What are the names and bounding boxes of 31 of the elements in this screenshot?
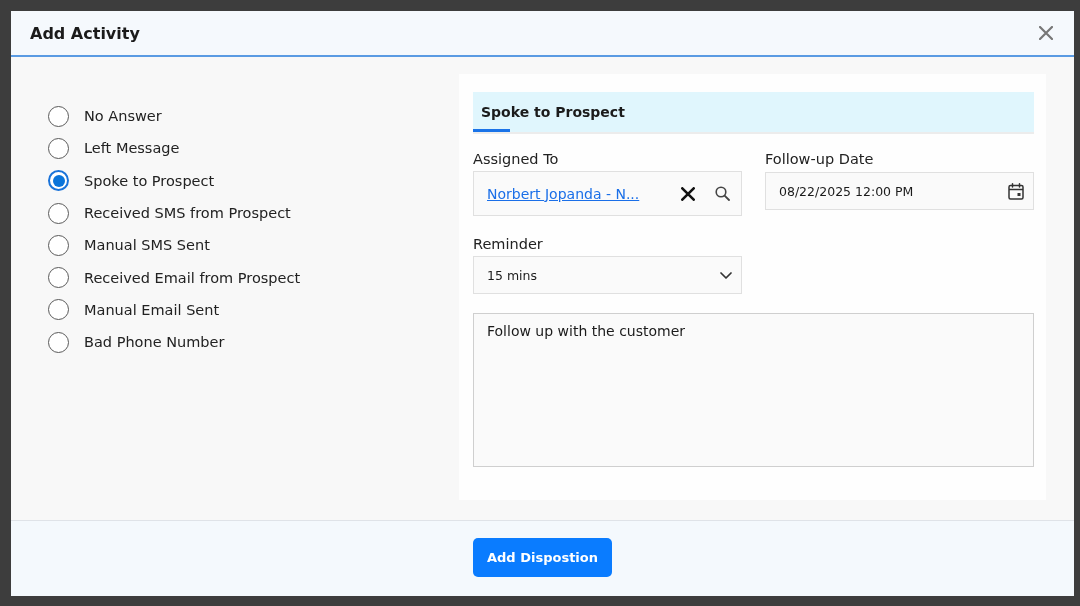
- assignee-field[interactable]: Norbert Jopanda - N...: [473, 171, 742, 216]
- option-label[interactable]: Left Message: [84, 140, 180, 157]
- search-icon[interactable]: [715, 186, 730, 201]
- close-icon[interactable]: [681, 186, 695, 201]
- option-label[interactable]: Manual Email Sent: [84, 301, 220, 318]
- add-disposition-button[interactable]: Add Dispostion: [473, 538, 612, 577]
- tab[interactable]: Spoke to Prospect: [473, 92, 633, 132]
- dialog-title: Add Activity: [30, 23, 140, 43]
- option-label[interactable]: Spoke to Prospect: [84, 172, 215, 189]
- reminder-select[interactable]: 15 mins: [473, 256, 742, 294]
- radio-button[interactable]: [48, 331, 69, 353]
- radio-button[interactable]: [48, 137, 69, 159]
- option-label[interactable]: Manual SMS Sent: [84, 237, 210, 254]
- field-label: Assigned To: [473, 150, 560, 168]
- notes-field[interactable]: Follow up with the customer: [473, 313, 1034, 467]
- option-label[interactable]: Bad Phone Number: [84, 334, 225, 351]
- field-label: Reminder: [473, 235, 544, 253]
- option-label[interactable]: Received Email from Prospect: [84, 269, 301, 286]
- option-label[interactable]: No Answer: [84, 108, 162, 125]
- calendar-icon[interactable]: [1008, 182, 1024, 200]
- radio-button[interactable]: [48, 299, 69, 321]
- date-field[interactable]: 08/22/2025 12:00 PM: [765, 172, 1034, 210]
- radio-button[interactable]: [48, 170, 69, 192]
- radio-button[interactable]: [48, 267, 69, 289]
- radio-button[interactable]: [48, 234, 69, 256]
- option-label[interactable]: Received SMS from Prospect: [84, 205, 291, 222]
- radio-button[interactable]: [48, 105, 69, 127]
- assignee-link[interactable]: Norbert Jopanda - N...: [487, 185, 681, 202]
- field-label: Follow-up Date: [765, 150, 875, 168]
- chevron-down-icon: [720, 271, 732, 279]
- radio-button[interactable]: [48, 202, 69, 224]
